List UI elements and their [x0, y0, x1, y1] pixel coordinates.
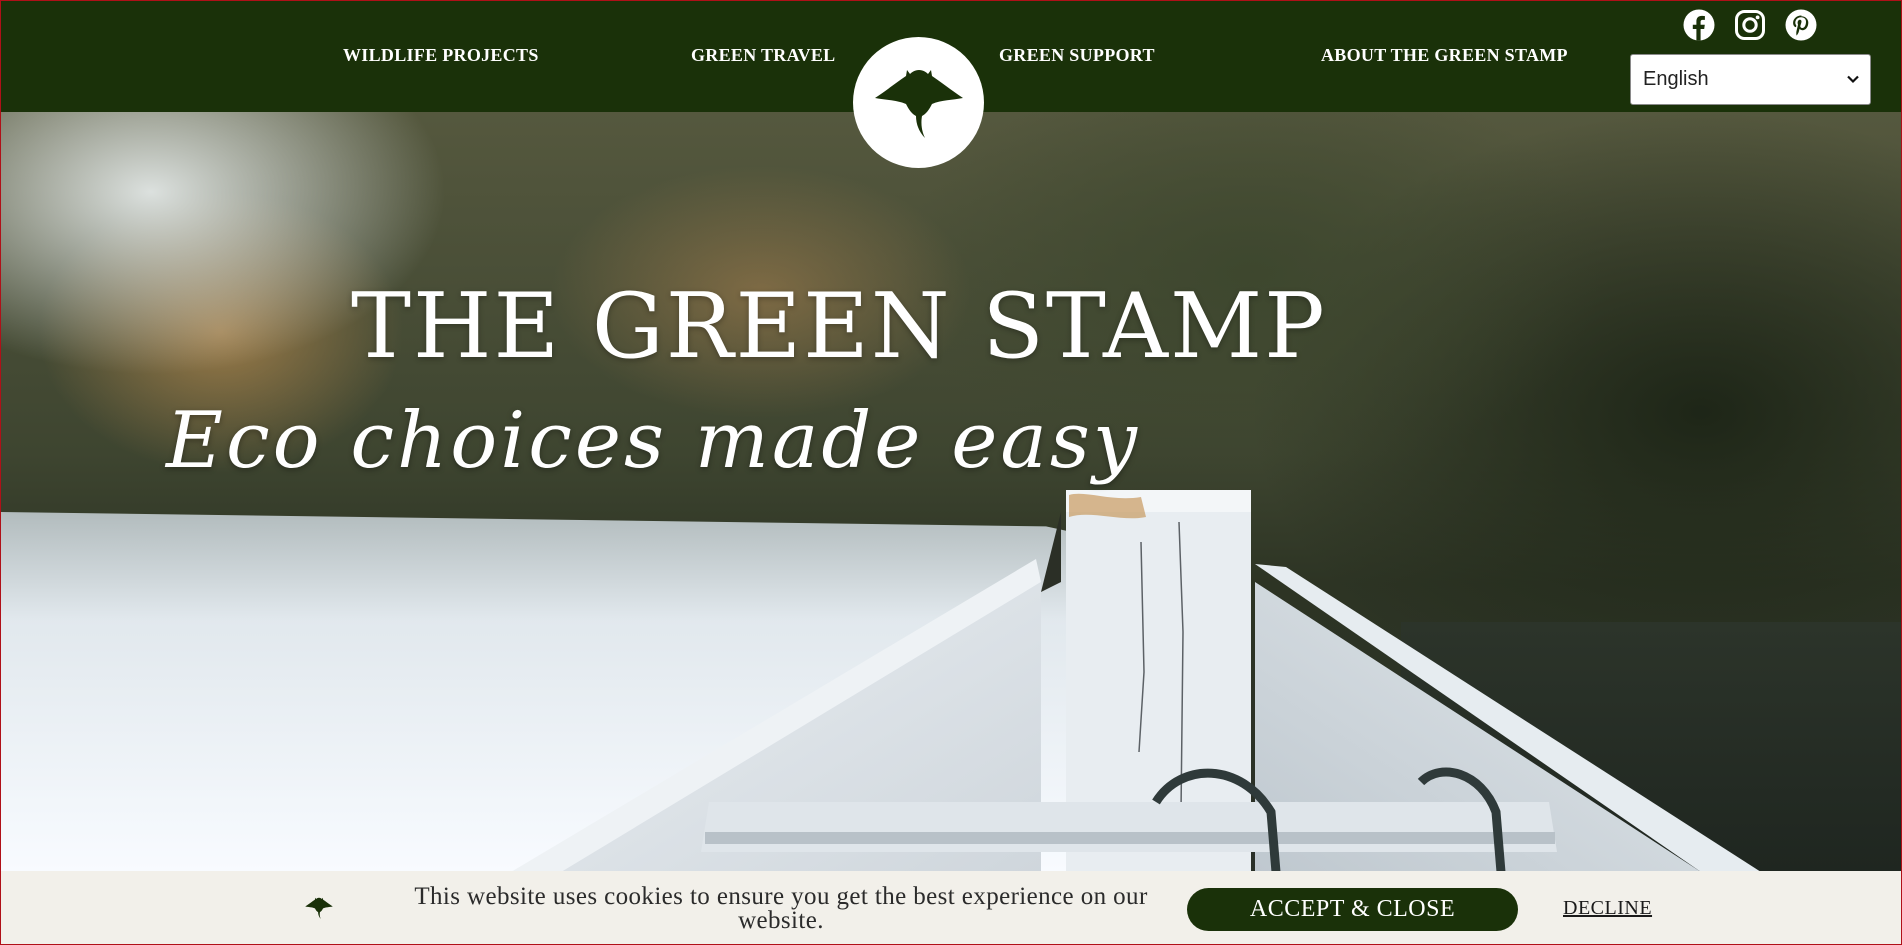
nav-link-green-support[interactable]: GREEN SUPPORT	[999, 45, 1155, 66]
manta-ray-icon	[874, 69, 963, 138]
nav-link-green-travel[interactable]: GREEN TRAVEL	[691, 45, 835, 66]
accept-cookies-button[interactable]: ACCEPT & CLOSE	[1187, 888, 1518, 931]
site-logo[interactable]	[853, 37, 984, 168]
language-select[interactable]: English	[1630, 54, 1871, 105]
pinterest-icon[interactable]	[1785, 9, 1817, 41]
nav-link-about[interactable]: ABOUT THE GREEN STAMP	[1321, 45, 1568, 66]
instagram-icon[interactable]	[1734, 9, 1766, 41]
language-select-value: English	[1643, 68, 1709, 90]
decline-cookies-link[interactable]: DECLINE	[1563, 897, 1652, 920]
hero-section: THE GREEN STAMP Eco choices made easy	[1, 112, 1901, 872]
social-links	[1683, 9, 1817, 41]
facebook-icon[interactable]	[1683, 9, 1715, 41]
nav-link-wildlife-projects[interactable]: WILDLIFE PROJECTS	[343, 45, 539, 66]
cookie-banner: This website uses cookies to ensure you …	[1, 871, 1901, 944]
cookie-message: This website uses cookies to ensure you …	[414, 883, 1148, 934]
hero-tagline: Eco choices made easy	[166, 396, 1140, 486]
manta-ray-icon	[305, 897, 333, 919]
chevron-down-icon	[1847, 75, 1859, 84]
boat-image	[511, 490, 1761, 872]
hero-title: THE GREEN STAMP	[351, 274, 1327, 379]
